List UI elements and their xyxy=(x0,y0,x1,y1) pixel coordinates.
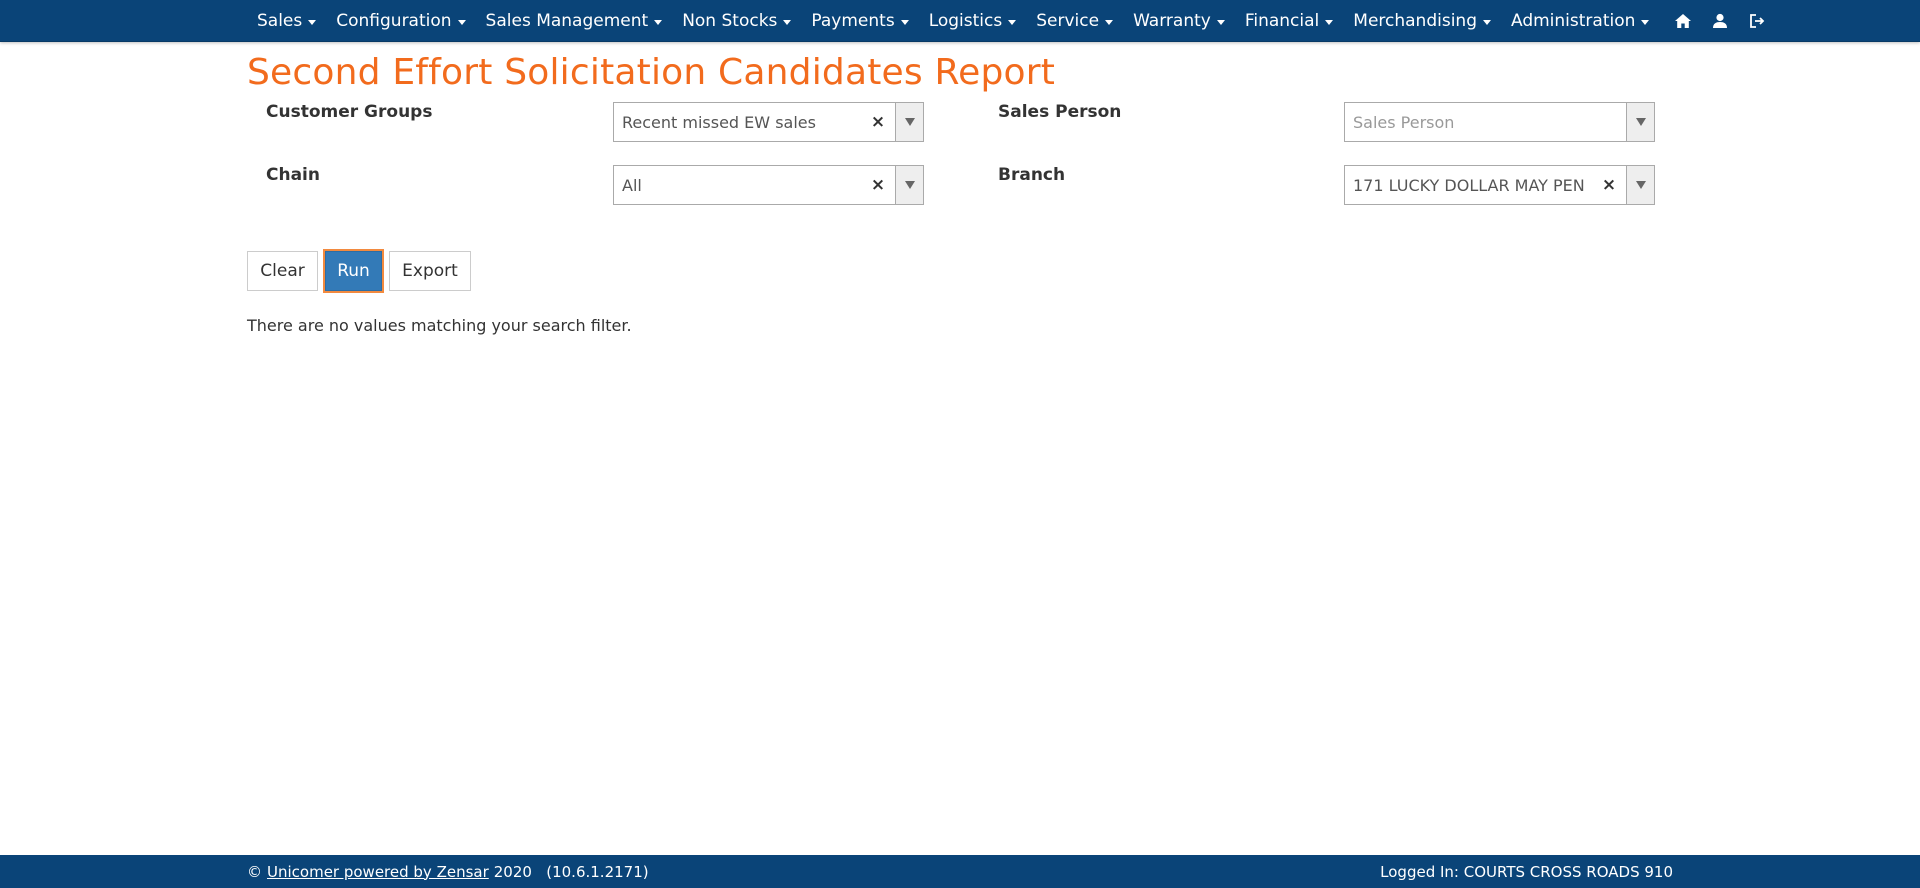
nav-menu-non-stocks[interactable]: Non Stocks xyxy=(672,0,801,42)
nav-menu-sales-management[interactable]: Sales Management xyxy=(476,0,673,42)
customer-groups-label: Customer Groups xyxy=(266,102,433,122)
sales-person-label: Sales Person xyxy=(998,102,1122,122)
nav-menu-configuration[interactable]: Configuration xyxy=(326,0,475,42)
nav-menu-service[interactable]: Service xyxy=(1026,0,1123,42)
clear-selection-icon[interactable]: × xyxy=(867,112,889,132)
dropdown-arrow-icon[interactable] xyxy=(895,103,923,141)
home-icon[interactable] xyxy=(1671,9,1695,33)
chain-value: All xyxy=(622,175,642,195)
nav-menu-label: Configuration xyxy=(336,11,452,31)
caret-down-icon xyxy=(457,19,466,25)
nav-menu-label: Sales Management xyxy=(485,11,649,31)
sales-person-placeholder: Sales Person xyxy=(1353,112,1455,132)
branch-select[interactable]: 171 LUCKY DOLLAR MAY PEN × xyxy=(1344,165,1655,205)
nav-menu-label: Service xyxy=(1036,11,1100,31)
nav-menu-label: Payments xyxy=(811,11,895,31)
nav-menu-label: Administration xyxy=(1511,11,1636,31)
nav-icon-group xyxy=(1671,0,1782,42)
vendor-link[interactable]: Unicomer powered by Zensar xyxy=(267,863,489,881)
chain-label: Chain xyxy=(266,165,320,185)
caret-down-icon xyxy=(308,19,317,25)
user-icon[interactable] xyxy=(1708,9,1732,33)
dropdown-arrow-icon[interactable] xyxy=(895,166,923,204)
clear-button[interactable]: Clear xyxy=(247,251,318,291)
clear-selection-icon[interactable]: × xyxy=(1598,175,1620,195)
nav-menu-financial[interactable]: Financial xyxy=(1235,0,1343,42)
nav-menu-payments[interactable]: Payments xyxy=(801,0,918,42)
top-navbar: Sales Configuration Sales Management Non… xyxy=(0,0,1920,42)
nav-menu-administration[interactable]: Administration xyxy=(1501,0,1659,42)
caret-down-icon xyxy=(1641,19,1650,25)
empty-results-message: There are no values matching your search… xyxy=(247,316,632,335)
caret-down-icon xyxy=(783,19,792,25)
caret-down-icon xyxy=(1325,19,1334,25)
copyright-symbol: © xyxy=(247,862,262,881)
footer: © Unicomer powered by Zensar 2020 (10.6.… xyxy=(0,855,1920,888)
run-button[interactable]: Run xyxy=(325,251,382,291)
caret-down-icon xyxy=(1105,19,1114,25)
export-button[interactable]: Export xyxy=(389,251,471,291)
nav-menu-merchandising[interactable]: Merchandising xyxy=(1343,0,1501,42)
nav-menu-label: Logistics xyxy=(928,11,1003,31)
dropdown-arrow-icon[interactable] xyxy=(1626,166,1654,204)
caret-down-icon xyxy=(1008,19,1017,25)
nav-menu-sales[interactable]: Sales xyxy=(247,0,326,42)
nav-menu-logistics[interactable]: Logistics xyxy=(919,0,1027,42)
logged-in-status: Logged In: COURTS CROSS ROADS 910 xyxy=(1380,862,1673,881)
version-text: 2020 (10.6.1.2171) xyxy=(493,862,649,881)
clear-selection-icon[interactable]: × xyxy=(867,175,889,195)
dropdown-arrow-icon[interactable] xyxy=(1626,103,1654,141)
customer-groups-value: Recent missed EW sales xyxy=(622,112,816,132)
nav-menu-label: Warranty xyxy=(1133,11,1211,31)
nav-menu-label: Sales xyxy=(257,11,303,31)
customer-groups-select[interactable]: Recent missed EW sales × xyxy=(613,102,924,142)
logout-icon[interactable] xyxy=(1745,9,1769,33)
caret-down-icon xyxy=(1216,19,1225,25)
footer-copyright: © Unicomer powered by Zensar 2020 (10.6.… xyxy=(247,855,649,888)
caret-down-icon xyxy=(1483,19,1491,25)
chain-select[interactable]: All × xyxy=(613,165,924,205)
caret-down-icon xyxy=(900,19,909,25)
nav-menu: Sales Configuration Sales Management Non… xyxy=(247,0,1782,42)
branch-value: 171 LUCKY DOLLAR MAY PEN xyxy=(1353,175,1585,195)
caret-down-icon xyxy=(654,19,663,25)
branch-label: Branch xyxy=(998,165,1066,185)
page-title: Second Effort Solicitation Candidates Re… xyxy=(247,52,1056,93)
nav-menu-label: Merchandising xyxy=(1353,11,1477,31)
nav-menu-warranty[interactable]: Warranty xyxy=(1123,0,1235,42)
sales-person-select[interactable]: Sales Person xyxy=(1344,102,1655,142)
nav-menu-label: Non Stocks xyxy=(682,11,778,31)
nav-menu-label: Financial xyxy=(1244,11,1320,31)
